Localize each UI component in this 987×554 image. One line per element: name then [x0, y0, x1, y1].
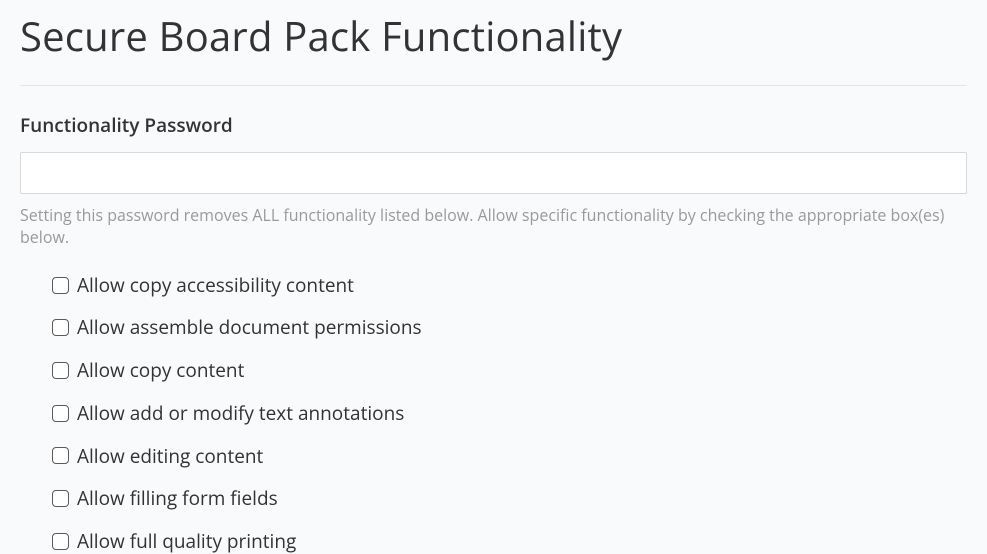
checkbox-label[interactable]: Allow assemble document permissions	[77, 315, 422, 340]
page-title: Secure Board Pack Functionality	[20, 8, 967, 63]
settings-panel: Secure Board Pack Functionality Function…	[0, 8, 987, 554]
checkbox-allow-full-quality-printing[interactable]	[52, 533, 69, 550]
checkbox-row-allow-editing-content: Allow editing content	[52, 444, 967, 469]
functionality-checkbox-list: Allow copy accessibility content Allow a…	[20, 273, 967, 554]
checkbox-allow-copy-content[interactable]	[52, 362, 69, 379]
checkbox-row-allow-modify-annotations: Allow add or modify text annotations	[52, 401, 967, 426]
password-help-text: Setting this password removes ALL functi…	[20, 204, 967, 249]
checkbox-label[interactable]: Allow copy accessibility content	[77, 273, 354, 298]
checkbox-row-allow-full-quality-printing: Allow full quality printing	[52, 529, 967, 554]
checkbox-label[interactable]: Allow add or modify text annotations	[77, 401, 404, 426]
checkbox-row-allow-copy-content: Allow copy content	[52, 358, 967, 383]
checkbox-allow-filling-form-fields[interactable]	[52, 490, 69, 507]
checkbox-allow-editing-content[interactable]	[52, 447, 69, 464]
checkbox-row-allow-copy-accessibility: Allow copy accessibility content	[52, 273, 967, 298]
checkbox-allow-assemble-document[interactable]	[52, 319, 69, 336]
checkbox-allow-modify-annotations[interactable]	[52, 405, 69, 422]
checkbox-allow-copy-accessibility[interactable]	[52, 277, 69, 294]
checkbox-label[interactable]: Allow full quality printing	[77, 529, 296, 554]
functionality-password-input[interactable]	[20, 152, 967, 194]
checkbox-label[interactable]: Allow filling form fields	[77, 486, 278, 511]
checkbox-label[interactable]: Allow editing content	[77, 444, 263, 469]
checkbox-row-allow-assemble-document: Allow assemble document permissions	[52, 315, 967, 340]
password-label: Functionality Password	[20, 112, 967, 138]
checkbox-label[interactable]: Allow copy content	[77, 358, 244, 383]
divider	[20, 85, 967, 86]
checkbox-row-allow-filling-form-fields: Allow filling form fields	[52, 486, 967, 511]
